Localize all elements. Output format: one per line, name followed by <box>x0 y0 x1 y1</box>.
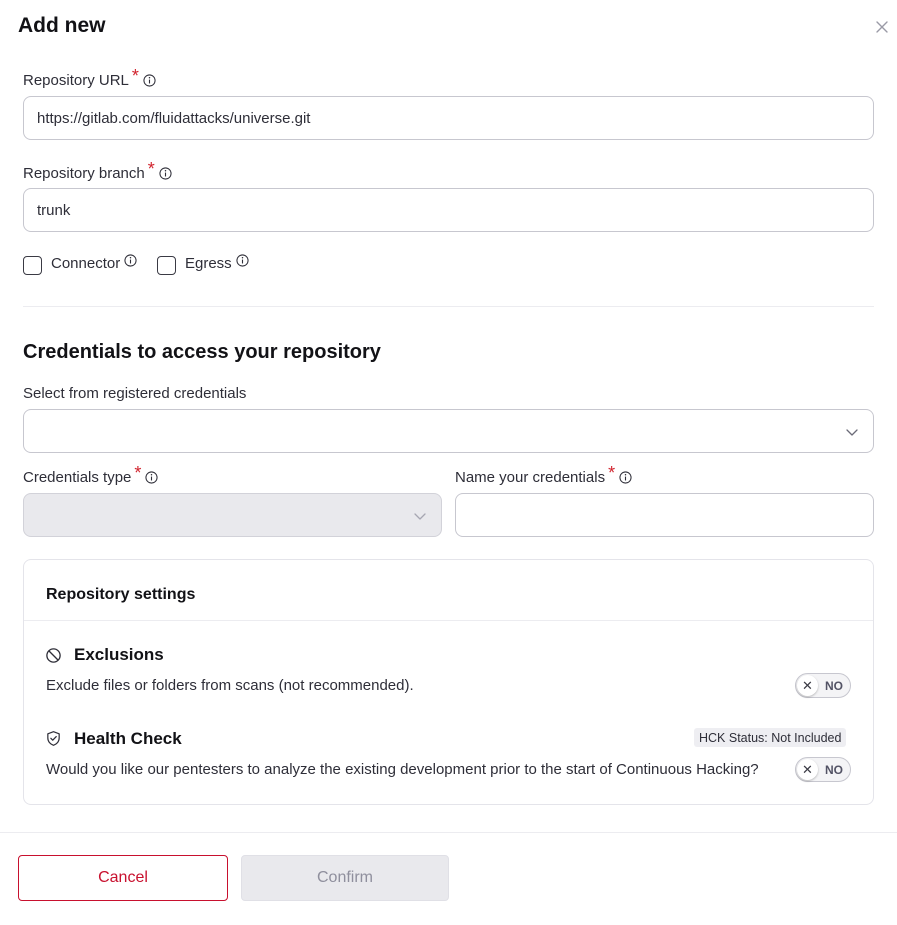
toggle-knob-x-icon: ✕ <box>797 675 818 696</box>
info-icon[interactable] <box>159 167 172 180</box>
connector-label: Connector <box>51 255 121 272</box>
confirm-button[interactable]: Confirm <box>241 855 449 901</box>
health-check-description: Would you like our pentesters to analyze… <box>46 761 759 778</box>
egress-label: Egress <box>185 255 232 272</box>
health-check-toggle[interactable]: ✕ NO <box>795 757 851 782</box>
health-check-title: Health Check <box>74 729 182 748</box>
repository-settings-title: Repository settings <box>46 586 196 603</box>
toggle-state: NO <box>825 763 843 777</box>
required-asterisk: * <box>134 463 142 483</box>
required-asterisk: * <box>608 463 616 483</box>
dialog-title: Add new <box>18 14 106 37</box>
section-divider <box>23 306 874 307</box>
shield-check-icon <box>47 731 60 746</box>
chevron-down-icon <box>414 513 426 520</box>
info-icon[interactable] <box>124 254 137 267</box>
repo-url-input[interactable]: https://gitlab.com/fluidattacks/universe… <box>23 96 874 140</box>
credentials-type-label: Credentials type * <box>23 463 159 488</box>
info-icon[interactable] <box>143 74 156 87</box>
registered-credentials-select[interactable] <box>23 409 874 453</box>
hck-status-badge: HCK Status: Not Included <box>694 728 847 747</box>
info-icon[interactable] <box>619 471 632 484</box>
select-credentials-label: Select from registered credentials <box>23 385 247 402</box>
credentials-name-label: Name your credentials * <box>455 463 632 488</box>
close-icon[interactable] <box>872 17 892 37</box>
exclusions-toggle[interactable]: ✕ NO <box>795 673 851 698</box>
credentials-name-input[interactable] <box>455 493 874 537</box>
info-icon[interactable] <box>145 471 159 484</box>
repo-branch-label: Repository branch * <box>23 159 172 184</box>
credentials-type-select[interactable] <box>23 493 442 537</box>
egress-checkbox[interactable] <box>157 256 176 275</box>
connector-option: Connector <box>51 254 137 272</box>
egress-option: Egress <box>185 254 249 272</box>
exclusions-title: Exclusions <box>74 645 164 664</box>
exclusions-description: Exclude files or folders from scans (not… <box>46 677 414 694</box>
repo-branch-input[interactable]: trunk <box>23 188 874 232</box>
footer-divider <box>0 832 897 833</box>
repository-settings-header: Repository settings <box>24 560 873 621</box>
block-icon <box>46 648 61 663</box>
repo-url-label: Repository URL * <box>23 66 156 91</box>
info-icon[interactable] <box>236 254 249 267</box>
cancel-button[interactable]: Cancel <box>18 855 228 901</box>
repo-url-value: https://gitlab.com/fluidattacks/universe… <box>37 109 311 127</box>
toggle-knob-x-icon: ✕ <box>797 759 818 780</box>
connector-checkbox[interactable] <box>23 256 42 275</box>
toggle-state: NO <box>825 679 843 693</box>
chevron-down-icon <box>846 429 858 436</box>
repo-branch-value: trunk <box>37 201 71 219</box>
required-asterisk: * <box>131 66 139 86</box>
credentials-section-title: Credentials to access your repository <box>23 341 381 363</box>
required-asterisk: * <box>147 159 155 179</box>
